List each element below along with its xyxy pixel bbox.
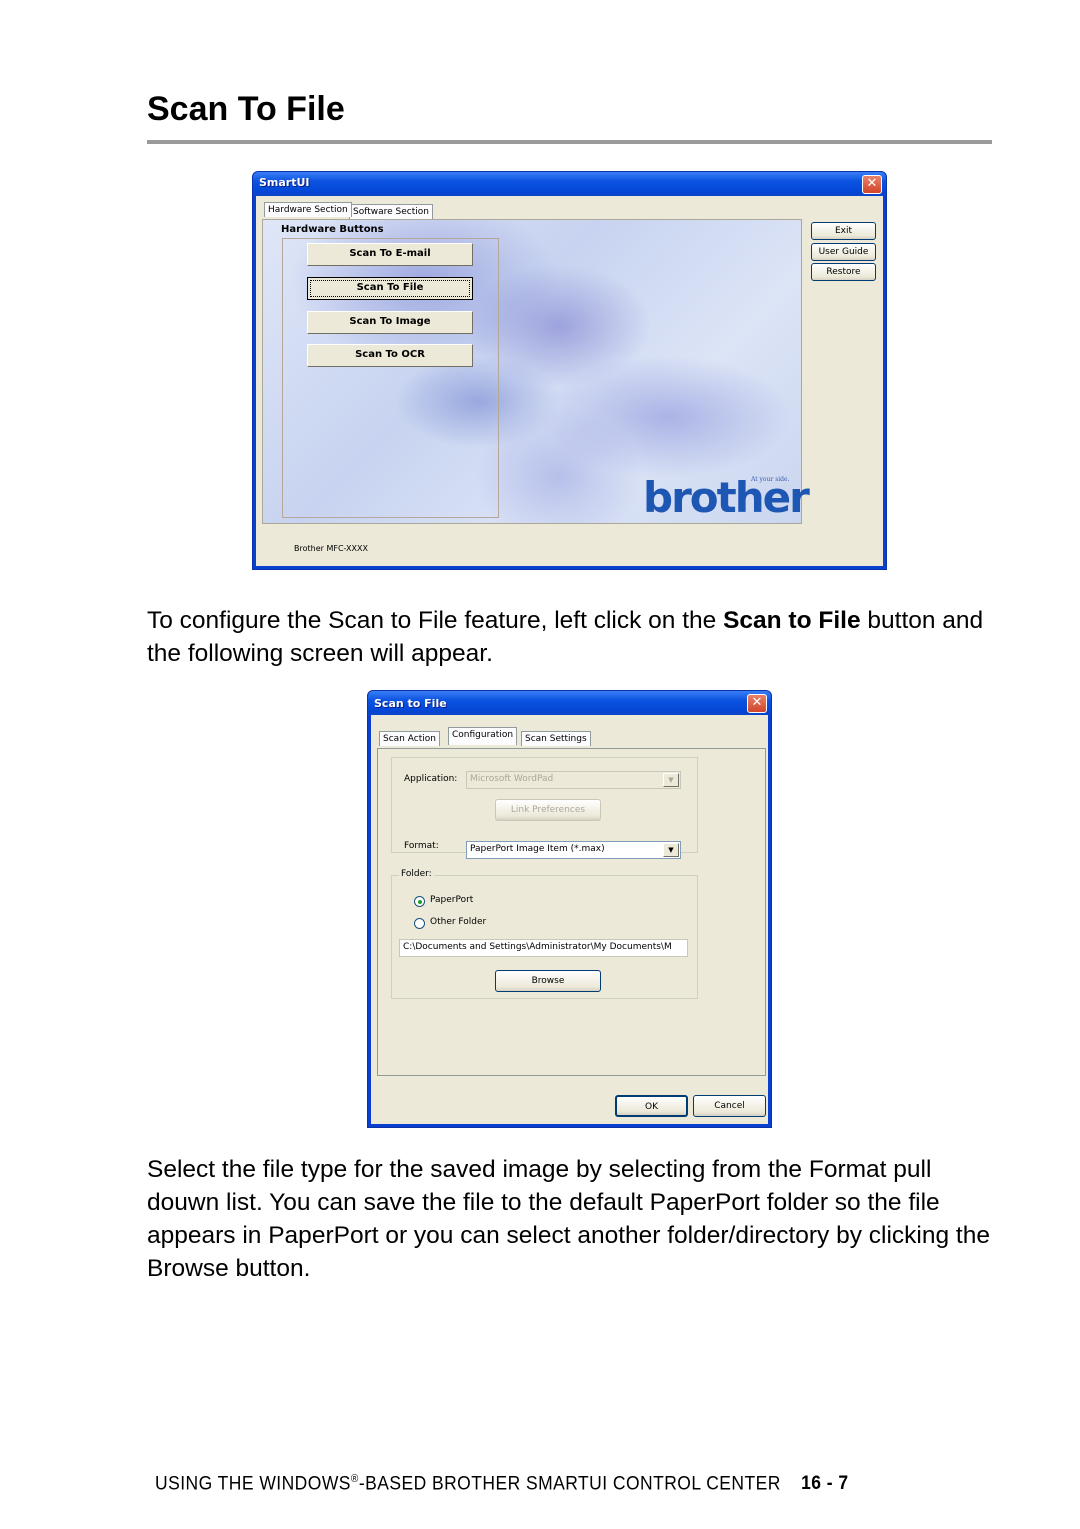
smartui-client: Hardware Section Software Section Hardwa… [256,196,883,566]
background-photo: Hardware Buttons Scan To E-mail Scan To … [262,219,810,524]
heading-rule [147,140,992,144]
exit-button[interactable]: Exit [811,222,876,240]
page-footer: USING THE WINDOWS®-BASED BROTHER SMARTUI… [155,1473,849,1495]
format-paragraph: Select the file type for the saved image… [147,1156,990,1282]
other-folder-radio-label[interactable]: Other Folder [430,917,486,927]
tab-configuration[interactable]: Configuration [448,727,518,745]
format-label: Format: [404,841,439,851]
scan-to-image-button[interactable]: Scan To Image [307,311,473,334]
cancel-button[interactable]: Cancel [693,1095,766,1117]
close-icon[interactable]: ✕ [862,175,882,194]
tab-software-section[interactable]: Software Section [349,204,433,219]
user-guide-button[interactable]: User Guide [811,243,876,261]
smartui-titlebar[interactable]: SmartUI ✕ [253,172,886,196]
folder-label: Folder: [399,869,434,879]
page-number: 16 - 7 [801,1473,849,1495]
scan-to-email-button[interactable]: Scan To E-mail [307,243,473,266]
format-dropdown[interactable]: PaperPort Image Item (*.max) ▼ [466,841,681,859]
folder-path-input[interactable]: C:\Documents and Settings\Administrator\… [399,939,688,957]
application-dropdown[interactable]: Microsoft WordPad ▼ [466,771,681,789]
intro-text: To configure the Scan to File feature, l… [147,607,724,634]
paperport-radio-label[interactable]: PaperPort [430,895,473,905]
scan-to-file-titlebar[interactable]: Scan to File ✕ [368,691,771,715]
intro-bold: Scan to File [723,607,861,634]
format-value: PaperPort Image Item (*.max) [470,844,605,854]
scan-to-file-window: Scan to File ✕ Scan Action Configuration… [367,690,772,1128]
ok-button[interactable]: OK [615,1095,688,1117]
link-preferences-button[interactable]: Link Preferences [495,799,601,821]
chevron-down-icon[interactable]: ▼ [663,843,679,857]
restore-button[interactable]: Restore [811,263,876,281]
tab-scan-settings[interactable]: Scan Settings [521,731,591,746]
scan-to-ocr-button[interactable]: Scan To OCR [307,344,473,367]
footer-text-end: -BASED BROTHER SMARTUI CONTROL CENTER [358,1473,781,1495]
page-heading: Scan To File [147,90,345,128]
application-label-text: Application: [404,774,458,784]
dialog-title: Scan to File [374,697,447,710]
brother-logo: brother [643,473,810,522]
intro-paragraph: To configure the Scan to File feature, l… [147,604,997,670]
registered-mark: ® [350,1473,359,1485]
footer-text: USING THE WINDOWS [155,1473,351,1495]
model-label: Brother MFC-XXXX [294,544,368,553]
tab-hardware-section[interactable]: Hardware Section [264,202,352,217]
scan-to-file-button[interactable]: Scan To File [307,277,473,300]
smartui-title: SmartUI [259,176,310,189]
other-folder-radio[interactable] [414,918,425,929]
chevron-down-icon[interactable]: ▼ [663,773,679,787]
dialog-client: Scan Action Configuration Scan Settings … [371,715,768,1124]
browse-button[interactable]: Browse [495,970,601,992]
smartui-window: SmartUI ✕ Hardware Section Software Sect… [252,171,887,570]
application-label: Application: [404,774,457,784]
close-icon[interactable]: ✕ [747,694,767,713]
application-value: Microsoft WordPad [470,774,554,784]
tab-scan-action[interactable]: Scan Action [379,731,440,746]
paperport-radio[interactable] [414,896,425,907]
hardware-buttons-label: Hardware Buttons [281,224,384,235]
